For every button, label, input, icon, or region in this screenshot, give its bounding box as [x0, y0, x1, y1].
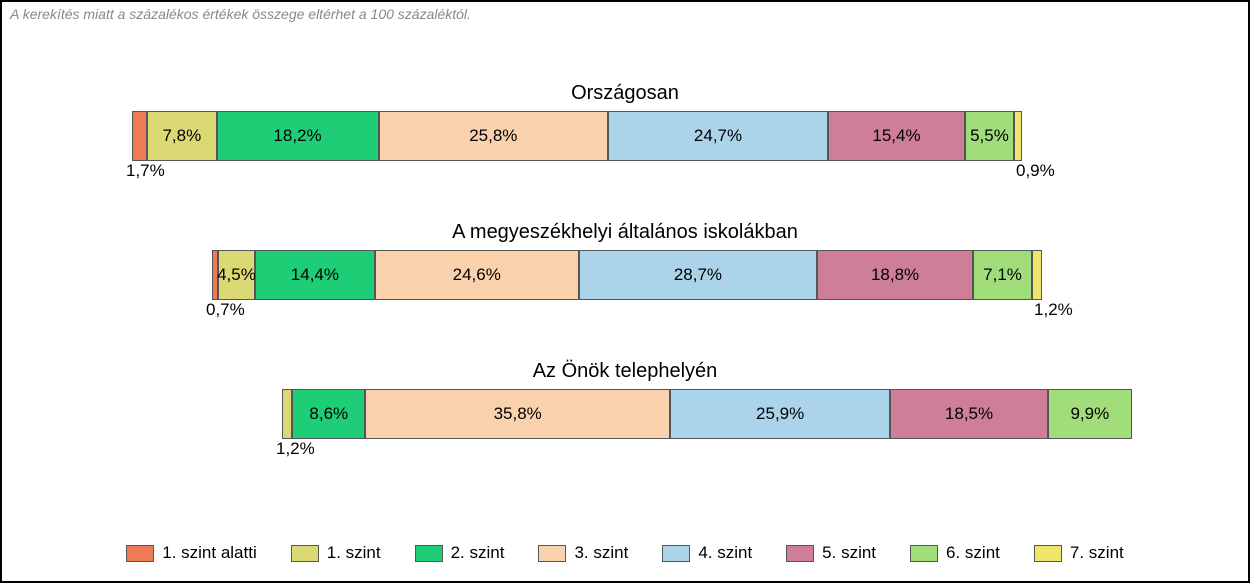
segment-label: 15,4% [872, 126, 920, 146]
segment-label: 0,9% [1016, 161, 1055, 181]
legend-label: 2. szint [451, 543, 505, 563]
bar-segment: 24,6% [375, 250, 579, 300]
legend-swatch [291, 545, 319, 562]
segment-label: 18,8% [871, 265, 919, 285]
legend-item: 1. szint alatti [126, 543, 257, 563]
bar-segment: 35,8% [365, 389, 670, 439]
segment-label: 7,1% [983, 265, 1022, 285]
legend-item: 6. szint [910, 543, 1000, 563]
legend-label: 1. szint [327, 543, 381, 563]
legend-item: 3. szint [538, 543, 628, 563]
bar-segment: 18,2% [217, 111, 379, 161]
segment-label: 5,5% [970, 126, 1009, 146]
bar-segment: 9,9% [1048, 389, 1132, 439]
legend-swatch [126, 545, 154, 562]
bar-segment [1032, 250, 1042, 300]
legend-swatch [1034, 545, 1062, 562]
bar-title: Az Önök telephelyén [2, 360, 1248, 383]
legend-label: 3. szint [574, 543, 628, 563]
legend-swatch [538, 545, 566, 562]
segment-label: 28,7% [674, 265, 722, 285]
segment-label: 1,7% [126, 161, 165, 181]
segment-label: 18,5% [945, 404, 993, 424]
stacked-bar: 1,7%7,8%18,2%25,8%24,7%15,4%5,5%0,9% [132, 111, 1022, 161]
legend-item: 4. szint [662, 543, 752, 563]
bar-group: Az Önök telephelyén 1,2% 8,6% 35,8% 25,9% 18,… [2, 360, 1248, 461]
segment-label: 35,8% [494, 404, 542, 424]
legend-label: 5. szint [822, 543, 876, 563]
bar-wrapper: 0,7% 4,5% 14,4% 24,6% 28,7% 18,8% 7,1% 1,2% [2, 250, 1248, 322]
legend-swatch [910, 545, 938, 562]
bar-segment [1014, 111, 1022, 161]
bar-wrapper: 1,2% 8,6% 35,8% 25,9% 18,5% 9,9% [2, 389, 1248, 461]
stacked-bar: 0,7%4,5%14,4%24,6%28,7%18,8%7,1%1,2% [212, 250, 1042, 300]
segment-label: 0,7% [206, 300, 245, 320]
segment-label: 7,8% [162, 126, 201, 146]
bar-segment: 18,8% [817, 250, 973, 300]
chart-container: A kerekítés miatt a százalékos értékek ö… [0, 0, 1250, 583]
segment-label: 8,6% [309, 404, 348, 424]
legend-label: 1. szint alatti [162, 543, 257, 563]
legend-label: 7. szint [1070, 543, 1124, 563]
bar-segment: 18,5% [890, 389, 1047, 439]
segment-label: 25,8% [469, 126, 517, 146]
bar-segment: 25,9% [670, 389, 890, 439]
legend-swatch [786, 545, 814, 562]
legend-swatch [662, 545, 690, 562]
bar-segment: 8,6% [292, 389, 365, 439]
bar-segment [132, 111, 147, 161]
segment-label: 1,2% [276, 439, 315, 459]
segment-label: 14,4% [291, 265, 339, 285]
bar-segment: 4,5% [218, 250, 255, 300]
segment-label: 24,7% [694, 126, 742, 146]
segment-label: 18,2% [273, 126, 321, 146]
segment-label: 4,5% [217, 265, 256, 285]
segment-label: 24,6% [453, 265, 501, 285]
bar-segment: 28,7% [579, 250, 817, 300]
legend-item: 1. szint [291, 543, 381, 563]
bar-group: Országosan 1,7% 7,8% 18,2% 25,8% 24,7% 15,4% 5,… [2, 82, 1248, 183]
bar-segment: 14,4% [255, 250, 375, 300]
bar-segment: 5,5% [965, 111, 1014, 161]
legend-label: 6. szint [946, 543, 1000, 563]
bar-segment: 7,8% [147, 111, 216, 161]
bar-wrapper: 1,7% 7,8% 18,2% 25,8% 24,7% 15,4% 5,5% 0,9% [2, 111, 1248, 183]
bar-segment [282, 389, 292, 439]
legend-item: 7. szint [1034, 543, 1124, 563]
rounding-note: A kerekítés miatt a százalékos értékek ö… [10, 6, 471, 22]
legend-swatch [415, 545, 443, 562]
legend-label: 4. szint [698, 543, 752, 563]
legend: 1. szint alatti 1. szint 2. szint 3. szint 4… [2, 543, 1248, 563]
legend-item: 5. szint [786, 543, 876, 563]
bar-title: A megyeszékhelyi általános iskolákban [2, 221, 1248, 244]
bar-title: Országosan [2, 82, 1248, 105]
legend-item: 2. szint [415, 543, 505, 563]
segment-label: 9,9% [1070, 404, 1109, 424]
bar-segment: 25,8% [379, 111, 609, 161]
bar-segment: 7,1% [973, 250, 1032, 300]
segment-label: 25,9% [756, 404, 804, 424]
segment-label: 1,2% [1034, 300, 1073, 320]
bars-area: Országosan 1,7% 7,8% 18,2% 25,8% 24,7% 15,4% 5,… [2, 82, 1248, 499]
bar-group: A megyeszékhelyi általános iskolákban 0,7… [2, 221, 1248, 322]
stacked-bar: 1,2%8,6%35,8%25,9%18,5%9,9% [282, 389, 1132, 439]
bar-segment: 15,4% [828, 111, 965, 161]
bar-segment: 24,7% [608, 111, 828, 161]
